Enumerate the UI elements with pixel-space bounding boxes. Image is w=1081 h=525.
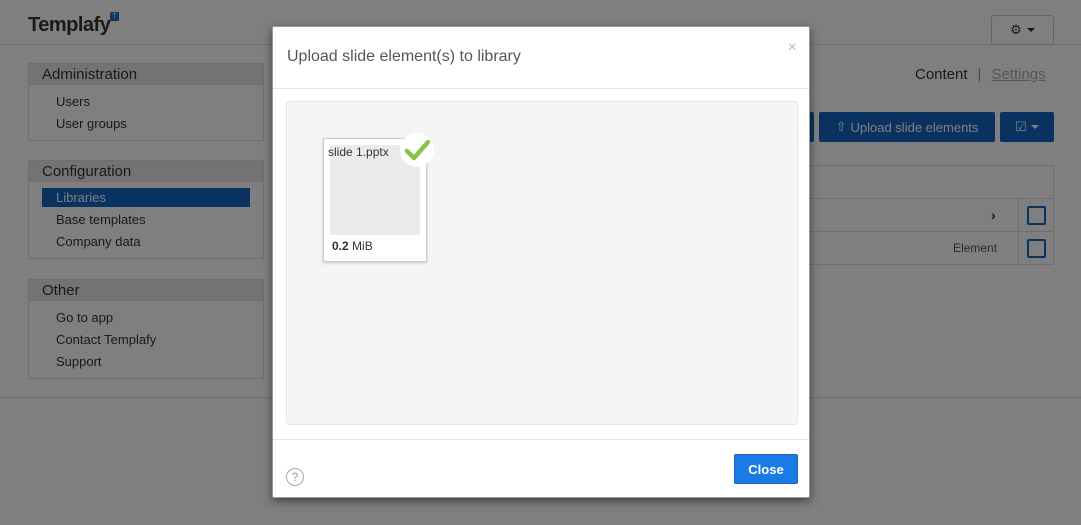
close-icon[interactable]: × [788,39,797,57]
upload-success-badge [400,133,434,167]
modal-footer: ? Close [273,439,809,498]
file-size: 0.2 MiB [332,239,373,253]
checkmark-icon [404,139,431,161]
modal-title: Upload slide element(s) to library [287,48,521,65]
file-size-unit: MiB [352,239,373,253]
upload-modal: Upload slide element(s) to library × sli… [272,26,810,498]
file-name: slide 1.pptx [328,145,389,159]
file-size-value: 0.2 [332,239,349,253]
upload-dropzone[interactable]: slide 1.pptx 0.2 MiB [286,101,798,425]
uploaded-file-card: slide 1.pptx 0.2 MiB [323,133,434,262]
modal-header: Upload slide element(s) to library × [273,27,809,89]
help-icon[interactable]: ? [286,468,304,486]
close-button[interactable]: Close [734,454,798,484]
